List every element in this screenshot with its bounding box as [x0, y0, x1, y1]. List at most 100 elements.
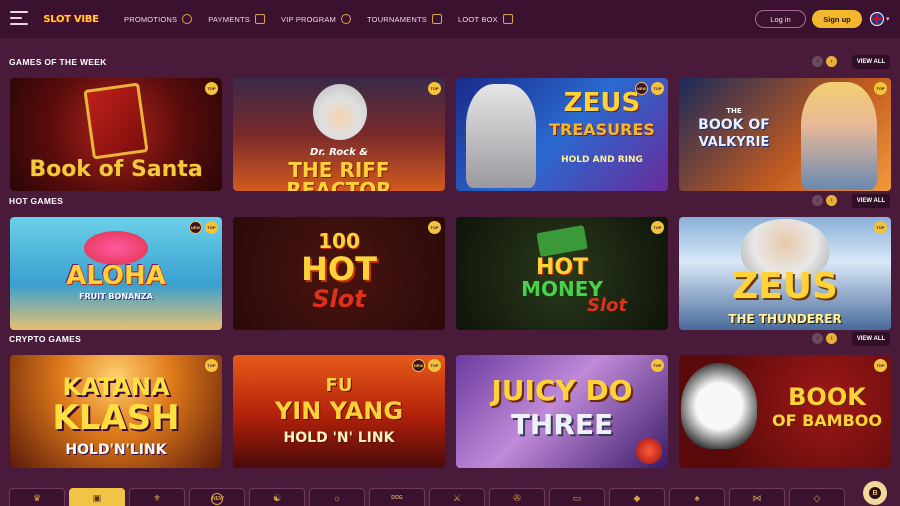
game-card-book-of-valkyrie[interactable]: THE BOOK OF VALKYRIE TOP: [679, 78, 891, 191]
top-badge: TOP: [205, 359, 218, 372]
nav-vip-program[interactable]: VIP PROGRAM: [281, 14, 352, 24]
nav-tournaments[interactable]: TOURNAMENTS: [367, 14, 442, 24]
game-card-fu-yin-yang[interactable]: FU YIN YANG HOLD 'N' LINK NEW TOP: [233, 355, 445, 468]
category-wheel[interactable]: ✇: [489, 488, 545, 506]
gift-box-icon: ▣: [92, 493, 102, 503]
slot-vibe-logo[interactable]: SLOT VIBE: [40, 6, 102, 32]
zeus-illustration: [466, 84, 536, 188]
game-title-line2: YIN YANG: [274, 397, 404, 425]
new-badge: NEW: [412, 359, 425, 372]
tv-icon: ▭: [572, 493, 582, 503]
login-button[interactable]: Log in: [755, 10, 806, 28]
game-title-line2: THREE: [510, 408, 614, 441]
tag-icon: ◆: [633, 493, 641, 503]
game-title-line2: HOT: [301, 250, 377, 288]
game-title-line1: THE: [726, 107, 742, 115]
category-fleur[interactable]: ⚜: [129, 488, 185, 506]
panda-illustration: [681, 363, 757, 449]
view-all-button[interactable]: VIEW ALL: [852, 55, 890, 69]
game-card-juicy-do-three[interactable]: JUICY DO THREE TOP: [456, 355, 668, 468]
top-badge: TOP: [205, 82, 218, 95]
nav-loot-box[interactable]: LOOT BOX: [458, 14, 513, 24]
carousel-next-button[interactable]: ›: [826, 195, 837, 206]
game-card-100-hot-slot[interactable]: 100 HOT Slot TOP: [233, 217, 445, 330]
category-new[interactable]: NEW: [189, 488, 245, 506]
game-title-line1: ALOHA: [66, 261, 166, 291]
top-badge: TOP: [651, 82, 664, 95]
carousel-arrows: ‹ ›: [812, 195, 837, 206]
carousel-next-button[interactable]: ›: [826, 56, 837, 67]
game-card-book-of-santa[interactable]: Book of Santa TOP: [10, 78, 222, 191]
nav-label: VIP PROGRAM: [281, 14, 337, 24]
tag-icon: [255, 14, 266, 24]
game-card-zeus-treasures[interactable]: ZEUS TREASURES HOLD AND RING NEW TOP: [456, 78, 668, 191]
game-card-riff-reactor[interactable]: Dr. Rock & THE RIFF REACTOR TOP: [233, 78, 445, 191]
category-swords[interactable]: ⚔: [429, 488, 485, 506]
chevron-down-icon: ▾: [886, 16, 890, 23]
nav-payments[interactable]: PAYMENTS: [208, 14, 266, 24]
game-card-book-of-bamboo[interactable]: BOOK OF BAMBOO TOP: [679, 355, 891, 468]
category-tag[interactable]: ◆: [609, 488, 665, 506]
signup-button[interactable]: Sign up: [812, 10, 862, 28]
view-all-button[interactable]: VIEW ALL: [852, 332, 890, 346]
category-dog[interactable]: DOG: [369, 488, 425, 506]
carousel-prev-button[interactable]: ‹: [812, 333, 823, 344]
new-icon: NEW: [211, 493, 224, 505]
new-badge: NEW: [635, 82, 648, 95]
game-card-katana-klash[interactable]: KATANA KLASH HOLD'N'LINK TOP: [10, 355, 222, 468]
game-title-line2: OF BAMBOO: [772, 411, 882, 430]
swords-icon: ⚔: [452, 493, 462, 503]
section-title-crypto-games: CRYPTO GAMES: [9, 334, 82, 344]
nav-label: PAYMENTS: [208, 14, 251, 24]
top-badge: TOP: [874, 82, 887, 95]
nav-promotions[interactable]: PROMOTIONS: [124, 14, 193, 24]
book-illustration: [83, 82, 149, 160]
dragon-icon: ☯: [272, 493, 282, 503]
top-badge: TOP: [428, 221, 441, 234]
dog-icon: DOG: [391, 495, 403, 501]
top-badge: TOP: [651, 221, 664, 234]
top-badge: TOP: [205, 221, 218, 234]
category-bow[interactable]: ⋈: [729, 488, 785, 506]
menu-icon[interactable]: [10, 11, 28, 27]
game-card-zeus-the-thunderer[interactable]: ZEUS THE THUNDERER TOP: [679, 217, 891, 330]
game-title-line1: JUICY DO: [491, 374, 633, 407]
category-cards[interactable]: ♠: [669, 488, 725, 506]
category-bar: ♛ ▣ ⚜ NEW ☯ ☼ DOG ⚔ ✇ ▭ ◆ ♠ ⋈ ◇: [0, 486, 900, 506]
category-sun[interactable]: ☼: [309, 488, 365, 506]
tag-icon: [502, 14, 513, 24]
category-tv[interactable]: ▭: [549, 488, 605, 506]
view-all-button[interactable]: VIEW ALL: [852, 194, 890, 208]
game-title-line1: KATANA: [62, 373, 170, 401]
carousel-next-button[interactable]: ›: [826, 333, 837, 344]
game-card-aloha-fruit-bonanza[interactable]: ALOHA FRUIT BONANZA NEW TOP: [10, 217, 222, 330]
carousel-prev-button[interactable]: ‹: [812, 56, 823, 67]
game-title-line3: Slot: [312, 285, 366, 313]
carousel-prev-button[interactable]: ‹: [812, 195, 823, 206]
character-illustration: [313, 84, 367, 140]
floating-bonus-button[interactable]: B: [863, 481, 887, 505]
category-diamond[interactable]: ◇: [789, 488, 845, 506]
language-selector[interactable]: ▾: [870, 11, 896, 27]
game-title-line2: MONEY: [521, 277, 603, 301]
new-badge: NEW: [189, 221, 202, 234]
money-illustration: [536, 225, 588, 257]
diamond-icon: ◇: [813, 493, 821, 503]
game-title-line1: ZEUS: [732, 266, 838, 307]
game-title-line1: ZEUS: [563, 88, 641, 118]
category-dragon[interactable]: ☯: [249, 488, 305, 506]
wheel-icon: ✇: [513, 493, 521, 503]
game-title-line2: FRUIT BONANZA: [79, 292, 153, 301]
category-slots[interactable]: ♛: [9, 488, 65, 506]
game-title-line1: HOT: [535, 255, 589, 280]
gift-icon: [182, 14, 193, 24]
logo-text: SLOT VIBE: [43, 13, 99, 25]
category-gift-box[interactable]: ▣: [69, 488, 125, 506]
fruit-illustration: [84, 231, 148, 265]
game-title-line3: HOLD AND RING: [561, 155, 643, 165]
game-title-line2: TREASURES: [549, 120, 655, 139]
game-card-hot-money-slot[interactable]: HOT MONEY Slot TOP: [456, 217, 668, 330]
top-badge: TOP: [428, 359, 441, 372]
site-header: SLOT VIBE PROMOTIONS PAYMENTS VIP PROGRA…: [0, 0, 900, 38]
uk-flag-icon: [870, 12, 884, 26]
